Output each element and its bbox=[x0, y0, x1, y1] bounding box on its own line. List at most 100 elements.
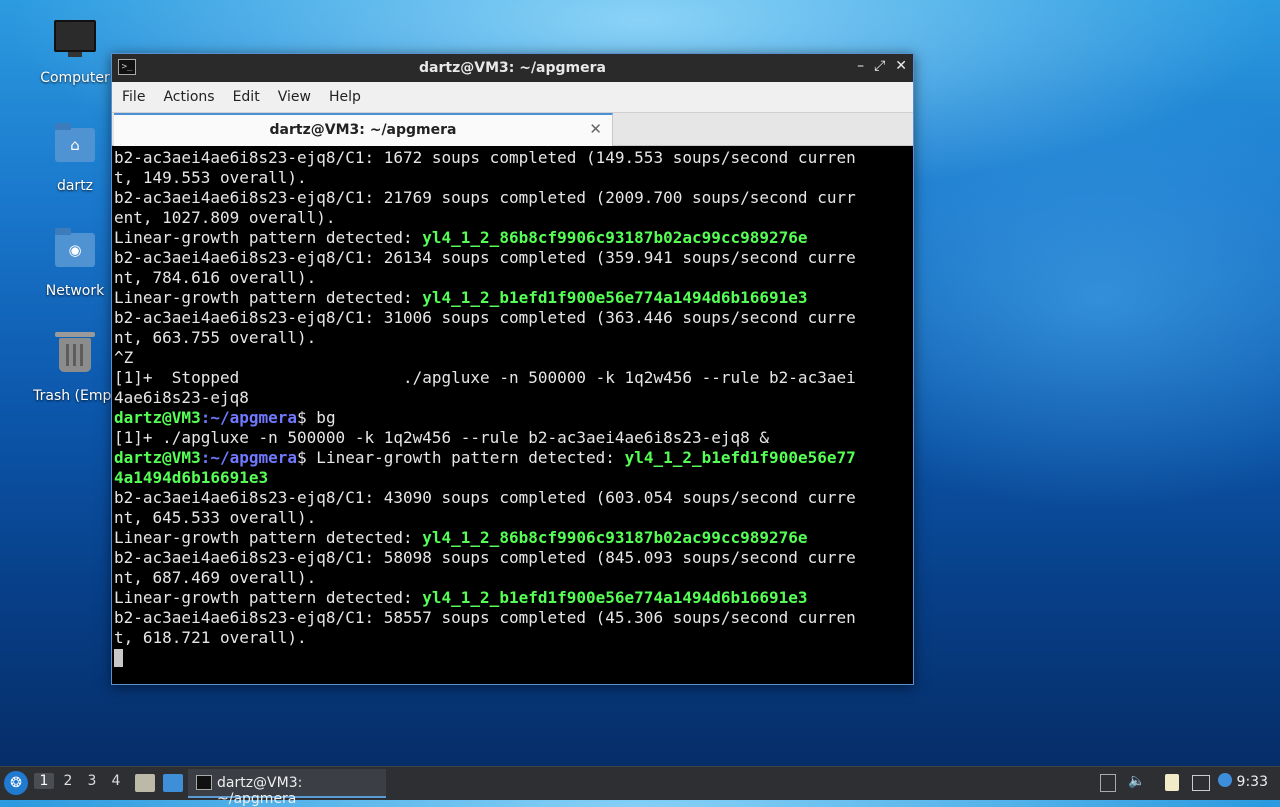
terminal-output[interactable]: b2-ac3aei4ae6i8s23-ejq8/C1: 1672 soups c… bbox=[112, 146, 913, 684]
terminal-line: nt, 645.533 overall). bbox=[114, 508, 911, 528]
line-text: b2-ac3aei4ae6i8s23-ejq8/C1: 21769 soups … bbox=[114, 188, 856, 207]
close-button[interactable]: ✕ bbox=[895, 58, 907, 74]
terminal-line: b2-ac3aei4ae6i8s23-ejq8/C1: 21769 soups … bbox=[114, 188, 911, 208]
pattern-id: 4a1494d6b16691e3 bbox=[114, 468, 269, 487]
start-menu-button[interactable]: ❂ bbox=[4, 771, 28, 795]
eject-icon[interactable] bbox=[1100, 774, 1116, 792]
minimize-button[interactable]: – bbox=[857, 58, 864, 74]
menu-edit[interactable]: Edit bbox=[227, 89, 268, 105]
line-text: b2-ac3aei4ae6i8s23-ejq8/C1: 31006 soups … bbox=[114, 308, 856, 327]
terminal-line: 4a1494d6b16691e3 bbox=[114, 468, 911, 488]
clock[interactable]: 9:33 bbox=[1237, 774, 1268, 790]
terminal-line: t, 618.721 overall). bbox=[114, 628, 911, 648]
terminal-line: t, 149.553 overall). bbox=[114, 168, 911, 188]
terminal-line: nt, 784.616 overall). bbox=[114, 268, 911, 288]
clipboard-icon[interactable] bbox=[1165, 774, 1179, 791]
file-manager-icon[interactable] bbox=[135, 774, 155, 792]
desktop-icon-label: Computer bbox=[40, 70, 110, 86]
terminal-line: 4ae6i8s23-ejq8 bbox=[114, 388, 911, 408]
terminal-line: dartz@VM3:~/apgmera$ bg bbox=[114, 408, 911, 428]
terminal-icon bbox=[196, 775, 212, 790]
terminal-line: b2-ac3aei4ae6i8s23-ejq8/C1: 26134 soups … bbox=[114, 248, 911, 268]
line-text: b2-ac3aei4ae6i8s23-ejq8/C1: 43090 soups … bbox=[114, 488, 856, 507]
pattern-id: yl4_1_2_86b8cf9906c93187b02ac99cc989276e bbox=[422, 528, 808, 547]
line-text: nt, 663.755 overall). bbox=[114, 328, 317, 347]
menu-help[interactable]: Help bbox=[323, 89, 369, 105]
computer-icon bbox=[54, 20, 96, 57]
desktop-icon-home[interactable]: ⌂ dartz bbox=[27, 122, 123, 194]
desktop-icon-label: dartz bbox=[56, 178, 94, 194]
taskbar-task-terminal[interactable]: dartz@VM3: ~/apgmera bbox=[188, 769, 386, 807]
home-folder-icon: ⌂ bbox=[55, 123, 95, 162]
prompt-user: dartz@VM3 bbox=[114, 408, 201, 427]
trash-icon bbox=[55, 332, 95, 372]
workspace-2[interactable]: 2 bbox=[58, 773, 78, 789]
task-label: dartz@VM3: ~/apgmera bbox=[217, 775, 303, 807]
line-text: nt, 645.533 overall). bbox=[114, 508, 317, 527]
line-text: b2-ac3aei4ae6i8s23-ejq8/C1: 58098 soups … bbox=[114, 548, 856, 567]
line-text: b2-ac3aei4ae6i8s23-ejq8/C1: 26134 soups … bbox=[114, 248, 856, 267]
terminal-line: [1]+ Stopped ./apgluxe -n 500000 -k 1q2w… bbox=[114, 368, 911, 388]
desktop-icon-label: Network bbox=[45, 283, 105, 299]
terminal-tab[interactable]: dartz@VM3: ~/apgmera ✕ bbox=[114, 113, 613, 146]
pattern-id: yl4_1_2_b1efd1f900e56e77 bbox=[624, 448, 856, 467]
tab-label: dartz@VM3: ~/apgmera bbox=[269, 122, 457, 138]
terminal-line: ^Z bbox=[114, 348, 911, 368]
terminal-line: b2-ac3aei4ae6i8s23-ejq8/C1: 43090 soups … bbox=[114, 488, 911, 508]
line-text: ent, 1027.809 overall). bbox=[114, 208, 336, 227]
menu-actions[interactable]: Actions bbox=[157, 89, 222, 105]
desktop-icon-computer[interactable]: Computer bbox=[27, 16, 123, 86]
line-text: Linear-growth pattern detected: bbox=[114, 588, 423, 607]
prompt-symbol: $ bbox=[297, 448, 307, 467]
workspace-3[interactable]: 3 bbox=[82, 773, 102, 789]
terminal-line: b2-ac3aei4ae6i8s23-ejq8/C1: 1672 soups c… bbox=[114, 148, 911, 168]
line-text: [1]+ Stopped ./apgluxe -n 500000 -k 1q2w… bbox=[114, 368, 856, 387]
menu-file[interactable]: File bbox=[116, 89, 153, 105]
terminal-line: nt, 687.469 overall). bbox=[114, 568, 911, 588]
terminal-cursor bbox=[114, 649, 123, 667]
terminal-line: dartz@VM3:~/apgmera$ Linear-growth patte… bbox=[114, 448, 911, 468]
prompt-user: dartz@VM3 bbox=[114, 448, 201, 467]
prompt-path: :~/apgmera bbox=[200, 448, 298, 467]
prompt-path: :~/apgmera bbox=[200, 408, 298, 427]
terminal-window[interactable]: >_ dartz@VM3: ~/apgmera – ⤢ ✕ File Actio… bbox=[111, 53, 914, 685]
desktop-icon-trash[interactable]: Trash (Empt bbox=[27, 332, 123, 404]
terminal-line: Linear-growth pattern detected: yl4_1_2_… bbox=[114, 288, 911, 308]
pattern-id: yl4_1_2_b1efd1f900e56e774a1494d6b16691e3 bbox=[422, 288, 808, 307]
terminal-line: [1]+ ./apgluxe -n 500000 -k 1q2w456 --ru… bbox=[114, 428, 911, 448]
workspace-1[interactable]: 1 bbox=[34, 773, 54, 789]
line-text: nt, 687.469 overall). bbox=[114, 568, 317, 587]
line-text: nt, 784.616 overall). bbox=[114, 268, 317, 287]
update-notification-icon[interactable] bbox=[1218, 773, 1232, 787]
pattern-id: yl4_1_2_b1efd1f900e56e774a1494d6b16691e3 bbox=[422, 588, 808, 607]
line-text: t, 618.721 overall). bbox=[114, 628, 307, 647]
volume-icon[interactable]: 🔈 bbox=[1128, 773, 1145, 789]
window-title: dartz@VM3: ~/apgmera bbox=[419, 60, 606, 76]
terminal-line: Linear-growth pattern detected: yl4_1_2_… bbox=[114, 588, 911, 608]
terminal-line: Linear-growth pattern detected: yl4_1_2_… bbox=[114, 528, 911, 548]
tab-close-button[interactable]: ✕ bbox=[589, 120, 602, 138]
line-text: Linear-growth pattern detected: bbox=[114, 228, 423, 247]
window-titlebar[interactable]: >_ dartz@VM3: ~/apgmera – ⤢ ✕ bbox=[112, 54, 913, 82]
line-text: Linear-growth pattern detected: bbox=[114, 528, 423, 547]
desktop-icon-label: Trash (Empt bbox=[33, 388, 117, 404]
line-text: Linear-growth pattern detected: bbox=[306, 448, 625, 467]
terminal-line: b2-ac3aei4ae6i8s23-ejq8/C1: 58098 soups … bbox=[114, 548, 911, 568]
desktop-icon-network[interactable]: ◉ Network bbox=[27, 227, 123, 299]
terminal-line: Linear-growth pattern detected: yl4_1_2_… bbox=[114, 228, 911, 248]
line-text: b2-ac3aei4ae6i8s23-ejq8/C1: 58557 soups … bbox=[114, 608, 856, 627]
line-text: [1]+ ./apgluxe -n 500000 -k 1q2w456 --ru… bbox=[114, 428, 770, 447]
line-text: ^Z bbox=[114, 348, 134, 367]
network-status-icon[interactable] bbox=[1192, 775, 1210, 791]
terminal-line: b2-ac3aei4ae6i8s23-ejq8/C1: 31006 soups … bbox=[114, 308, 911, 328]
tab-bar: dartz@VM3: ~/apgmera ✕ bbox=[112, 113, 913, 146]
workspace-4[interactable]: 4 bbox=[106, 773, 126, 789]
prompt-symbol: $ bbox=[297, 408, 307, 427]
maximize-button[interactable]: ⤢ bbox=[874, 58, 885, 74]
terminal-line: ent, 1027.809 overall). bbox=[114, 208, 911, 228]
menu-view[interactable]: View bbox=[272, 89, 319, 105]
line-text: bg bbox=[306, 408, 336, 427]
show-desktop-icon[interactable] bbox=[163, 774, 183, 792]
terminal-line: b2-ac3aei4ae6i8s23-ejq8/C1: 58557 soups … bbox=[114, 608, 911, 628]
line-text: 4ae6i8s23-ejq8 bbox=[114, 388, 249, 407]
